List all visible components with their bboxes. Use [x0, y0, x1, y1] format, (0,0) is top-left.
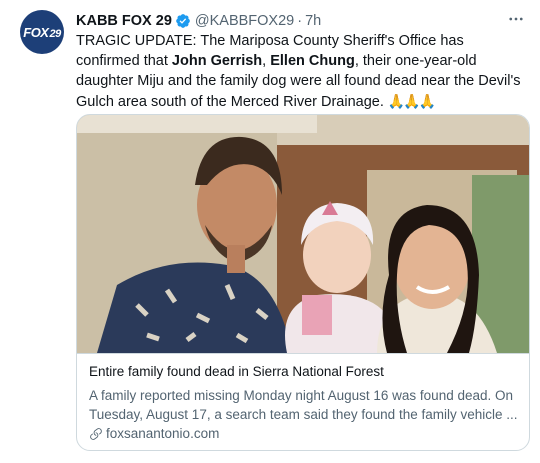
more-icon-glyph [509, 17, 523, 21]
user-handle[interactable]: @KABBFOX29 [195, 13, 294, 29]
avatar[interactable]: FOX29 [20, 10, 64, 54]
timestamp[interactable]: 7h [305, 13, 321, 29]
card-description: A family reported missing Monday night A… [89, 388, 518, 422]
card-title[interactable]: Entire family found dead in Sierra Natio… [89, 364, 384, 379]
card-domain-text[interactable]: foxsanantonio.com [106, 426, 219, 441]
name-ellen-chung: Ellen Chung [270, 53, 355, 69]
tweet-text: TRAGIC UPDATE: The Mariposa County Sheri… [76, 33, 521, 110]
praying-hands-emoji: 🙏🙏🙏 [387, 93, 436, 109]
link-icon [90, 427, 102, 440]
link-card[interactable]: Entire family found dead in Sierra Natio… [76, 114, 530, 451]
verified-badge-icon [176, 14, 190, 28]
display-name[interactable]: KABB FOX 29 [76, 13, 172, 29]
more-icon[interactable] [506, 10, 526, 28]
card-body[interactable]: Entire family found dead in Sierra Natio… [77, 353, 529, 450]
tweet[interactable]: FOX29 KABB FOX 29 @KABBFOX29 · 7h TRAGIC… [0, 0, 540, 463]
separator-dot: · [297, 13, 303, 29]
card-photo[interactable] [77, 115, 529, 353]
fox29-logo: FOX29 [23, 24, 61, 40]
card-domain[interactable]: foxsanantonio.com [89, 426, 219, 441]
name-john-gerrish: John Gerrish [171, 53, 263, 69]
tweet-header: KABB FOX 29 @KABBFOX29 · 7h [76, 11, 321, 31]
